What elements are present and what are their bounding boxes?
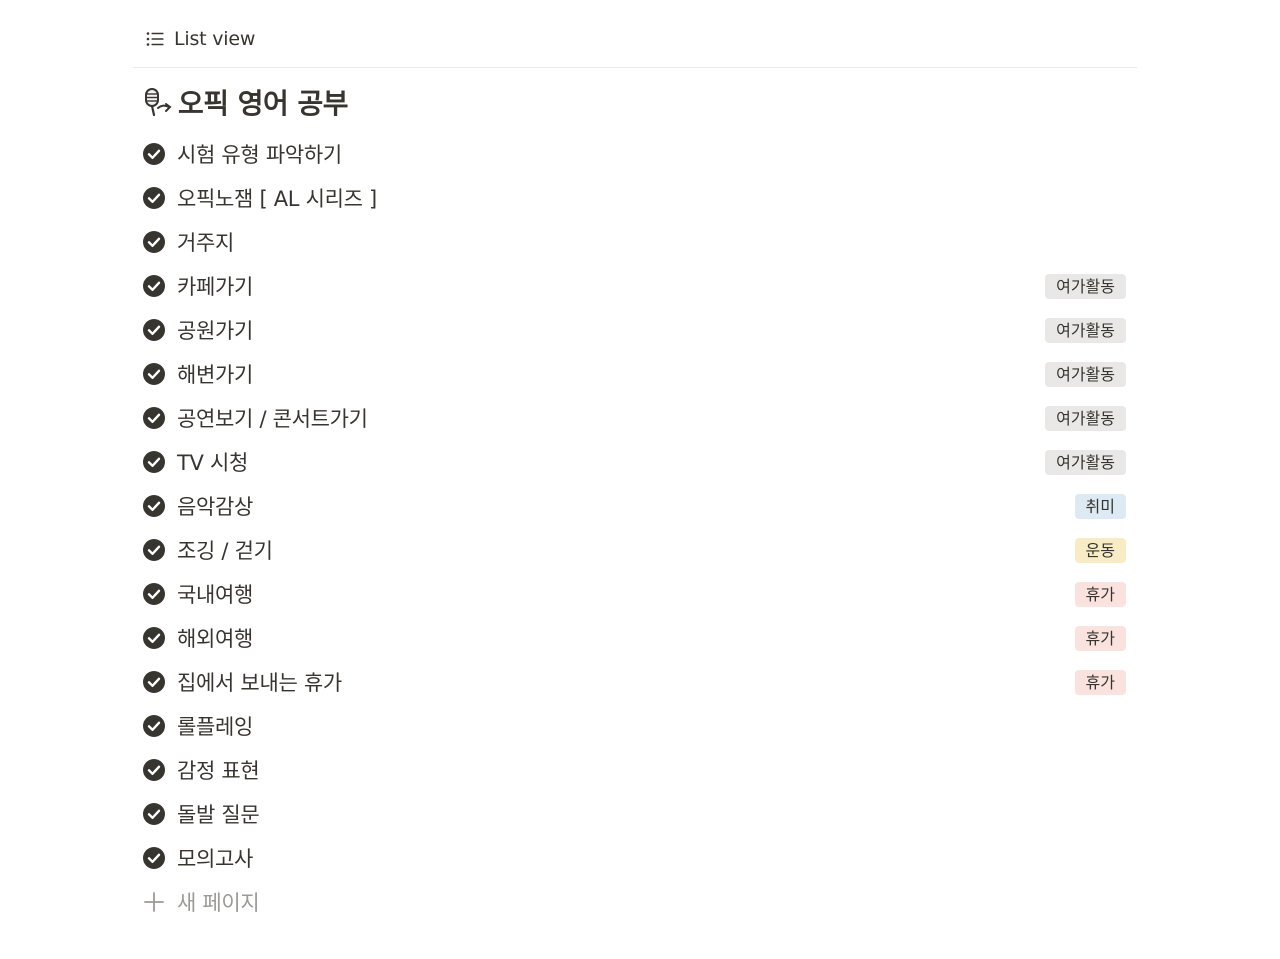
list-item-title: 롤플레잉 — [177, 715, 254, 739]
list-item-title: 해변가기 — [177, 363, 254, 387]
category-tag: 여가활동 — [1045, 318, 1126, 343]
microphone-icon — [145, 88, 172, 117]
list-item[interactable]: 카페가기 여가활동 — [133, 264, 1137, 308]
check-circle-icon — [143, 275, 165, 297]
page-title-text: 오픽 영어 공부 — [178, 87, 349, 120]
check-circle-icon — [143, 143, 165, 165]
list-view-label: List view — [174, 28, 256, 50]
category-tag: 여가활동 — [1045, 450, 1126, 475]
list-item-title: 국내여행 — [177, 583, 254, 607]
list-item[interactable]: 오픽노잼 [ AL 시리즈 ] — [133, 176, 1137, 220]
list-item-title: 모의고사 — [177, 847, 254, 871]
check-circle-icon — [143, 319, 165, 341]
check-circle-icon — [143, 187, 165, 209]
list-item-title: 오픽노잼 [ AL 시리즈 ] — [177, 187, 377, 211]
check-circle-icon — [143, 451, 165, 473]
check-circle-icon — [143, 803, 165, 825]
list-item[interactable]: 시험 유형 파악하기 — [133, 132, 1137, 176]
list-item-title: 공연보기 / 콘서트가기 — [177, 407, 368, 431]
list-item-title: 돌발 질문 — [177, 803, 260, 827]
category-tag: 여가활동 — [1045, 406, 1126, 431]
list-item[interactable]: 공원가기 여가활동 — [133, 308, 1137, 352]
check-circle-icon — [143, 715, 165, 737]
list-item[interactable]: 조깅 / 걷기 운동 — [133, 528, 1137, 572]
category-tag: 휴가 — [1074, 626, 1126, 651]
list-item[interactable]: 해변가기 여가활동 — [133, 352, 1137, 396]
list-item[interactable]: 집에서 보내는 휴가 휴가 — [133, 660, 1137, 704]
check-circle-icon — [143, 671, 165, 693]
plus-icon — [144, 892, 164, 912]
item-list: 시험 유형 파악하기 오픽노잼 [ AL 시리즈 ] 거주지 카페가기 여가활동 공원가기… — [133, 132, 1137, 880]
list-item-title: 공원가기 — [177, 319, 254, 343]
category-tag: 운동 — [1074, 538, 1126, 563]
list-item[interactable]: 해외여행 휴가 — [133, 616, 1137, 660]
new-page-label: 새 페이지 — [177, 891, 260, 915]
list-item-title: 집에서 보내는 휴가 — [177, 671, 342, 695]
list-item[interactable]: 돌발 질문 — [133, 792, 1137, 836]
list-item[interactable]: TV 시청 여가활동 — [133, 440, 1137, 484]
check-circle-icon — [143, 759, 165, 781]
list-item-title: 해외여행 — [177, 627, 254, 651]
category-tag: 휴가 — [1074, 670, 1126, 695]
check-circle-icon — [143, 627, 165, 649]
check-circle-icon — [143, 407, 165, 429]
check-circle-icon — [143, 231, 165, 253]
list-item[interactable]: 음악감상 취미 — [133, 484, 1137, 528]
list-item[interactable]: 거주지 — [133, 220, 1137, 264]
list-item[interactable]: 롤플레잉 — [133, 704, 1137, 748]
check-circle-icon — [143, 363, 165, 385]
category-tag: 취미 — [1074, 494, 1126, 519]
list-view-tab[interactable]: List view — [145, 22, 255, 56]
list-item[interactable]: 모의고사 — [133, 836, 1137, 880]
list-item-title: 시험 유형 파악하기 — [177, 143, 342, 167]
list-item[interactable]: 국내여행 휴가 — [133, 572, 1137, 616]
check-circle-icon — [143, 495, 165, 517]
list-item-title: 조깅 / 걷기 — [177, 539, 273, 563]
list-item[interactable]: 감정 표현 — [133, 748, 1137, 792]
category-tag: 휴가 — [1074, 582, 1126, 607]
list-item[interactable]: 공연보기 / 콘서트가기 여가활동 — [133, 396, 1137, 440]
page-title[interactable]: 오픽 영어 공부 — [142, 82, 349, 122]
category-tag: 여가활동 — [1045, 274, 1126, 299]
new-page-button[interactable]: 새 페이지 — [133, 880, 533, 924]
list-item-title: 음악감상 — [177, 495, 254, 519]
list-item-title: 감정 표현 — [177, 759, 260, 783]
check-circle-icon — [143, 539, 165, 561]
check-circle-icon — [143, 583, 165, 605]
list-item-title: 거주지 — [177, 231, 235, 255]
view-header: List view — [133, 0, 1137, 68]
list-item-title: 카페가기 — [177, 275, 254, 299]
category-tag: 여가활동 — [1045, 362, 1126, 387]
list-item-title: TV 시청 — [177, 451, 249, 475]
check-circle-icon — [143, 847, 165, 869]
list-icon — [146, 32, 164, 46]
